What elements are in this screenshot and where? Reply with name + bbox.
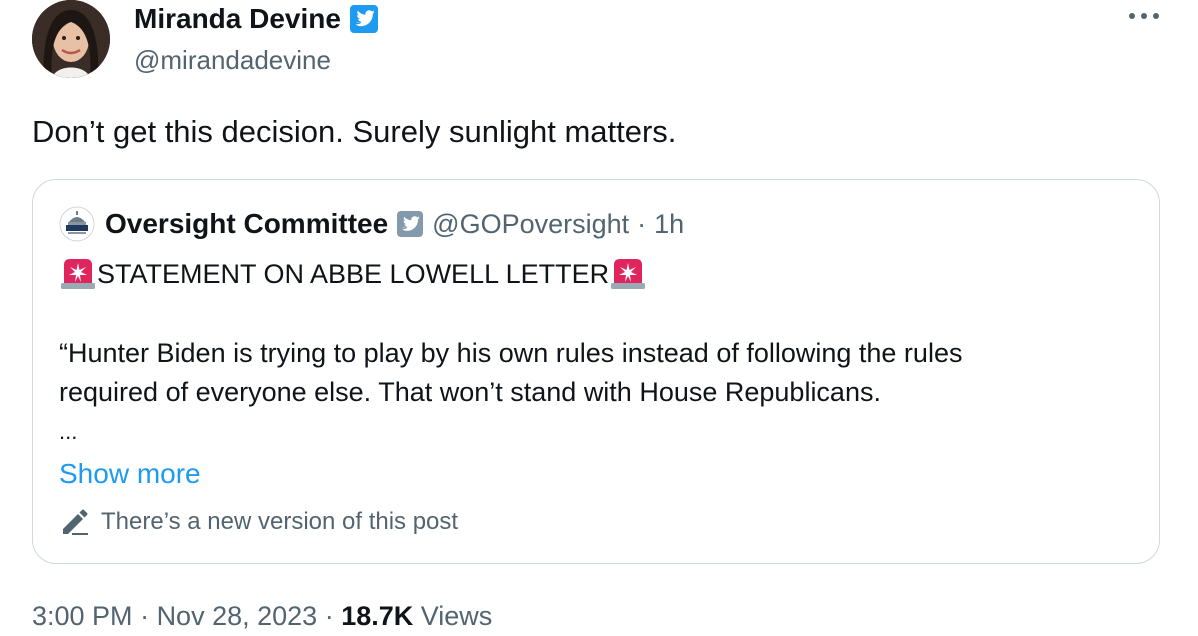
author-name-row[interactable]: Miranda Devine (134, 2, 379, 36)
quoted-author-handle[interactable]: @GOPoversight (432, 209, 629, 240)
show-more-link[interactable]: Show more (59, 454, 201, 494)
separator: · (637, 208, 647, 239)
author-handle[interactable]: @mirandadevine (134, 44, 331, 76)
quoted-author-name[interactable]: Oversight Committee (105, 208, 388, 240)
tweet-meta: 3:00 PM · Nov 28, 2023 · 18.7K Views (32, 596, 492, 636)
verified-badge-icon (349, 5, 378, 33)
quoted-statement-text: STATEMENT ON ABBE LOWELL LETTER (97, 259, 610, 289)
views-label: Views (413, 601, 493, 631)
siren-icon (61, 259, 95, 289)
views-count[interactable]: 18.7K (341, 601, 413, 631)
separator: · (132, 601, 157, 631)
government-badge-icon (397, 211, 424, 237)
avatar-image (32, 0, 110, 78)
tweet-date[interactable]: Nov 28, 2023 (157, 601, 318, 631)
pencil-icon (63, 509, 88, 535)
quoted-tweet-time[interactable]: 1h (654, 209, 684, 240)
tweet-text: Don’t get this decision. Surely sunlight… (32, 114, 677, 149)
author-name[interactable]: Miranda Devine (134, 2, 341, 36)
quoted-tweet-header: Oversight Committee @GOPoversight · 1h (59, 204, 684, 244)
tweet-time[interactable]: 3:00 PM (32, 601, 133, 631)
more-options-icon[interactable] (1126, 4, 1162, 28)
quoted-body-line: required of everyone else. That won’t st… (59, 377, 881, 407)
quoted-statement-line: STATEMENT ON ABBE LOWELL LETTER (59, 254, 647, 294)
edit-notice[interactable]: There’s a new version of this post (59, 504, 458, 540)
avatar[interactable] (32, 0, 110, 78)
committee-logo (59, 206, 95, 242)
quoted-tweet-body: “Hunter Biden is trying to play by his o… (59, 334, 1139, 412)
quoted-tweet-card[interactable]: Oversight Committee @GOPoversight · 1h S… (32, 179, 1160, 564)
quoted-body-line: “Hunter Biden is trying to play by his o… (59, 338, 963, 368)
siren-icon (611, 259, 646, 289)
quoted-ellipsis: ... (59, 419, 78, 444)
separator: · (317, 601, 342, 631)
edit-notice-text: There’s a new version of this post (101, 508, 459, 535)
